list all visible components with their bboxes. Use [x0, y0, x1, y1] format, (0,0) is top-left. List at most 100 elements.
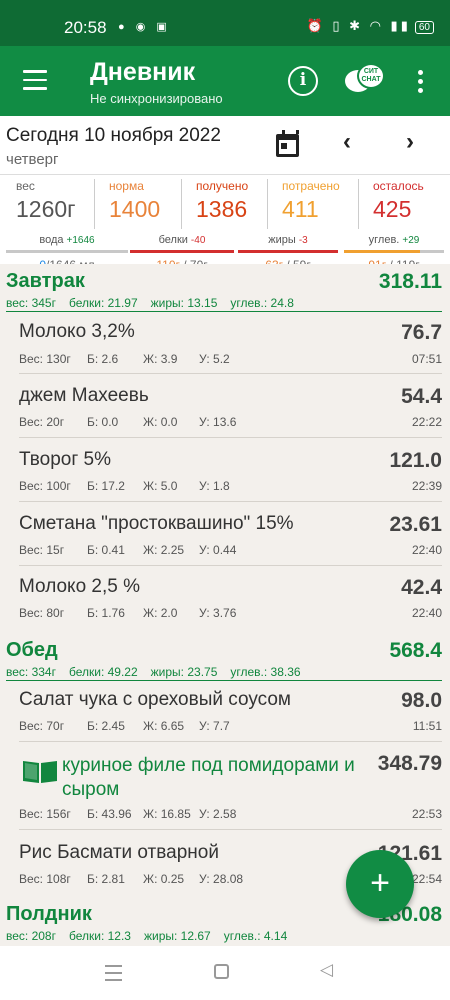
received-stat: получено 1386: [181, 179, 248, 229]
food-macros: Вес: 100г Б: 17.2 Ж: 5.0 У: 1.8: [19, 479, 230, 493]
received-value: 1386: [196, 196, 248, 222]
carbs-delta: +29: [402, 235, 420, 246]
left-stat: осталось 425: [358, 179, 424, 229]
meal-macros: вес: 208г белки: 12.3 жиры: 12.67 углев.: 4…: [6, 929, 288, 943]
weight-value: 1260г: [16, 196, 76, 222]
food-name: Молоко 3,2%: [19, 321, 135, 342]
food-name: Молоко 2,5 %: [19, 576, 141, 597]
norm-label: норма: [109, 179, 144, 193]
protein-name: белки: [158, 234, 188, 246]
left-label: осталось: [373, 179, 424, 193]
food-time: 22:39: [411, 479, 442, 493]
battery-icon: 60: [414, 21, 434, 34]
water-bar: [6, 250, 128, 253]
item-divider: [19, 741, 442, 742]
meal-name: Полдник: [6, 903, 92, 925]
food-time: 07:51: [411, 352, 442, 366]
meal-total: 568.4: [389, 639, 442, 662]
food-macros: Вес: 15г Б: 0.41 Ж: 2.25 У: 0.44: [19, 543, 237, 557]
meal-macros: вес: 345г белки: 21.97 жиры: 13.15 углев.: …: [6, 296, 294, 310]
left-value: 425: [373, 196, 412, 222]
received-label: получено: [196, 179, 249, 193]
food-name: Салат чука с ореховый соусом: [19, 689, 291, 710]
carbs-bar: [344, 250, 444, 253]
protein-bar: [130, 250, 234, 253]
app-bar: Дневник Не синхронизировано i СИТ СНАТ: [0, 46, 450, 116]
food-kcal: 54.4: [401, 385, 442, 408]
food-name: Рис Басмати отварной: [19, 842, 219, 863]
weight-stat: вес 1260г: [16, 179, 76, 229]
food-kcal: 76.7: [401, 321, 442, 344]
meal-divider: [6, 311, 442, 312]
norm-value: 1400: [109, 196, 161, 222]
recipe-book-icon: [23, 761, 57, 783]
fat-delta: -3: [298, 235, 308, 246]
recent-apps-icon[interactable]: [105, 965, 122, 986]
item-divider: [19, 565, 442, 566]
status-bar: 20:58 ● ◉ ▣ ⏰ ▯ ✱ ◠ ▮▮ 60: [0, 0, 450, 46]
calendar-icon[interactable]: [276, 130, 299, 157]
spent-value: 411: [282, 196, 319, 222]
item-divider: [19, 373, 442, 374]
food-time: 22:54: [411, 872, 442, 886]
food-time: 22:22: [411, 415, 442, 429]
food-time: 11:51: [412, 719, 442, 733]
system-nav-bar: ◁: [0, 946, 450, 1000]
system-icons: ⏰ ▯ ✱ ◠ ▮▮ 60: [307, 18, 434, 34]
protein-delta: -40: [190, 235, 206, 246]
date-row: Сегодня 10 ноября 2022 четверг ‹ ›: [0, 116, 450, 174]
date-label: Сегодня 10 ноября 2022: [6, 125, 221, 146]
weight-label: вес: [16, 179, 35, 193]
app-title: Дневник: [90, 58, 196, 86]
water-delta: +1646: [66, 235, 95, 246]
carbs-name: углев.: [368, 234, 400, 246]
meal-name: Обед: [6, 639, 58, 661]
food-time: 22:40: [411, 606, 442, 620]
add-food-button[interactable]: +: [346, 850, 414, 918]
meal-name: Завтрак: [6, 270, 85, 292]
spent-label: потрачено: [282, 179, 340, 193]
food-name: Творог 5%: [19, 449, 112, 470]
meal-divider: [6, 680, 442, 681]
chat-badge-text: СИТ СНАТ: [361, 68, 381, 83]
spent-stat: потрачено 411: [267, 179, 340, 229]
item-divider: [19, 501, 442, 502]
food-macros: Вес: 130г Б: 2.6 Ж: 3.9 У: 5.2: [19, 352, 230, 366]
food-macros: Вес: 70г Б: 2.45 Ж: 6.65 У: 7.7: [19, 719, 230, 733]
fat-name: жиры: [268, 234, 296, 246]
food-name: джем Махеевь: [19, 385, 149, 406]
food-kcal: 98.0: [401, 689, 442, 712]
meal-macros: вес: 334г белки: 49.22 жиры: 23.75 углев.: …: [6, 665, 301, 679]
notification-icons: ● ◉ ▣: [118, 21, 171, 33]
prev-day-icon[interactable]: ‹: [343, 128, 351, 156]
food-time: 22:40: [411, 543, 442, 557]
food-kcal: 42.4: [401, 576, 442, 599]
item-divider: [19, 829, 442, 830]
status-time: 20:58: [64, 18, 107, 37]
chat-icon[interactable]: СИТ СНАТ: [345, 63, 385, 99]
info-icon[interactable]: i: [288, 66, 318, 96]
fat-bar: [238, 250, 338, 253]
sync-status: Не синхронизировано: [90, 91, 223, 106]
more-options-icon[interactable]: [418, 70, 426, 97]
food-macros: Вес: 156г Б: 43.96 Ж: 16.85 У: 2.58: [19, 807, 237, 821]
food-kcal: 121.0: [389, 449, 442, 472]
item-divider: [19, 437, 442, 438]
food-kcal: 23.61: [389, 513, 442, 536]
meal-total: 318.11: [378, 270, 442, 293]
diary-list[interactable]: Завтрак 318.11 вес: 345г белки: 21.97 жиры…: [0, 264, 450, 946]
norm-stat: норма 1400: [94, 179, 160, 229]
daily-summary: вес 1260г норма 1400 получено 1386 потра…: [0, 174, 450, 272]
recipe-name: куриное филе под помидорами и сыром: [62, 755, 355, 800]
food-macros: Вес: 20г Б: 0.0 Ж: 0.0 У: 13.6: [19, 415, 237, 429]
weekday-label: четверг: [6, 151, 59, 168]
next-day-icon[interactable]: ›: [406, 128, 414, 156]
food-time: 22:53: [411, 807, 442, 821]
menu-icon[interactable]: [23, 70, 47, 90]
water-name: вода: [39, 234, 64, 246]
food-name: Сметана "простоквашино" 15%: [19, 513, 294, 534]
food-kcal: 348.79: [377, 752, 442, 775]
back-icon[interactable]: ◁: [320, 960, 333, 980]
home-icon[interactable]: [214, 964, 229, 979]
food-macros: Вес: 108г Б: 2.81 Ж: 0.25 У: 28.08: [19, 872, 244, 886]
